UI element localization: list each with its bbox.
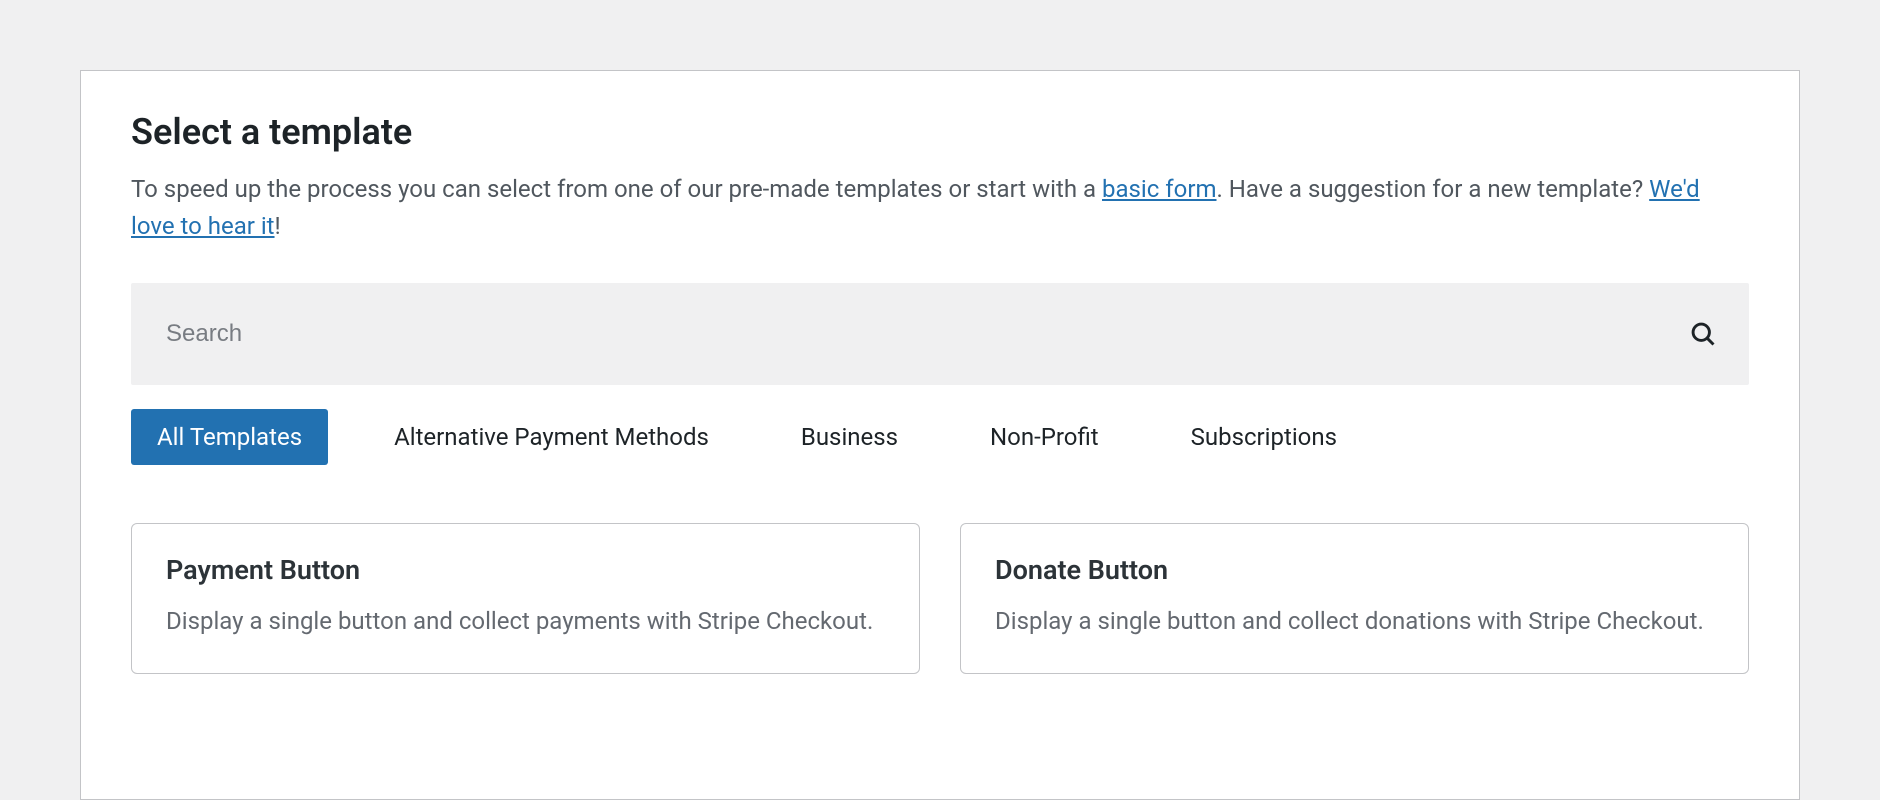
card-description: Display a single button and collect paym… [166, 604, 885, 639]
tab-subscriptions[interactable]: Subscriptions [1165, 409, 1363, 465]
page-title: Select a template [131, 111, 1749, 153]
template-cards: Payment Button Display a single button a… [131, 523, 1749, 674]
page-subtitle: To speed up the process you can select f… [131, 171, 1749, 245]
template-card-donate-button[interactable]: Donate Button Display a single button an… [960, 523, 1749, 674]
template-card-payment-button[interactable]: Payment Button Display a single button a… [131, 523, 920, 674]
card-title: Payment Button [166, 554, 885, 586]
tab-business[interactable]: Business [775, 409, 924, 465]
tab-alternative-payment-methods[interactable]: Alternative Payment Methods [368, 409, 735, 465]
card-description: Display a single button and collect dona… [995, 604, 1714, 639]
search-bar [131, 283, 1749, 385]
tab-all-templates[interactable]: All Templates [131, 409, 328, 465]
category-tabs: All Templates Alternative Payment Method… [131, 409, 1749, 465]
basic-form-link[interactable]: basic form [1102, 175, 1216, 203]
search-icon[interactable] [1689, 320, 1717, 348]
card-title: Donate Button [995, 554, 1714, 586]
template-selector-panel: Select a template To speed up the proces… [80, 70, 1800, 800]
subtitle-text-mid: . Have a suggestion for a new template? [1217, 175, 1650, 203]
subtitle-text-pre: To speed up the process you can select f… [131, 175, 1102, 203]
search-input[interactable] [131, 283, 1749, 385]
subtitle-text-post: ! [275, 212, 281, 240]
tab-non-profit[interactable]: Non-Profit [964, 409, 1125, 465]
